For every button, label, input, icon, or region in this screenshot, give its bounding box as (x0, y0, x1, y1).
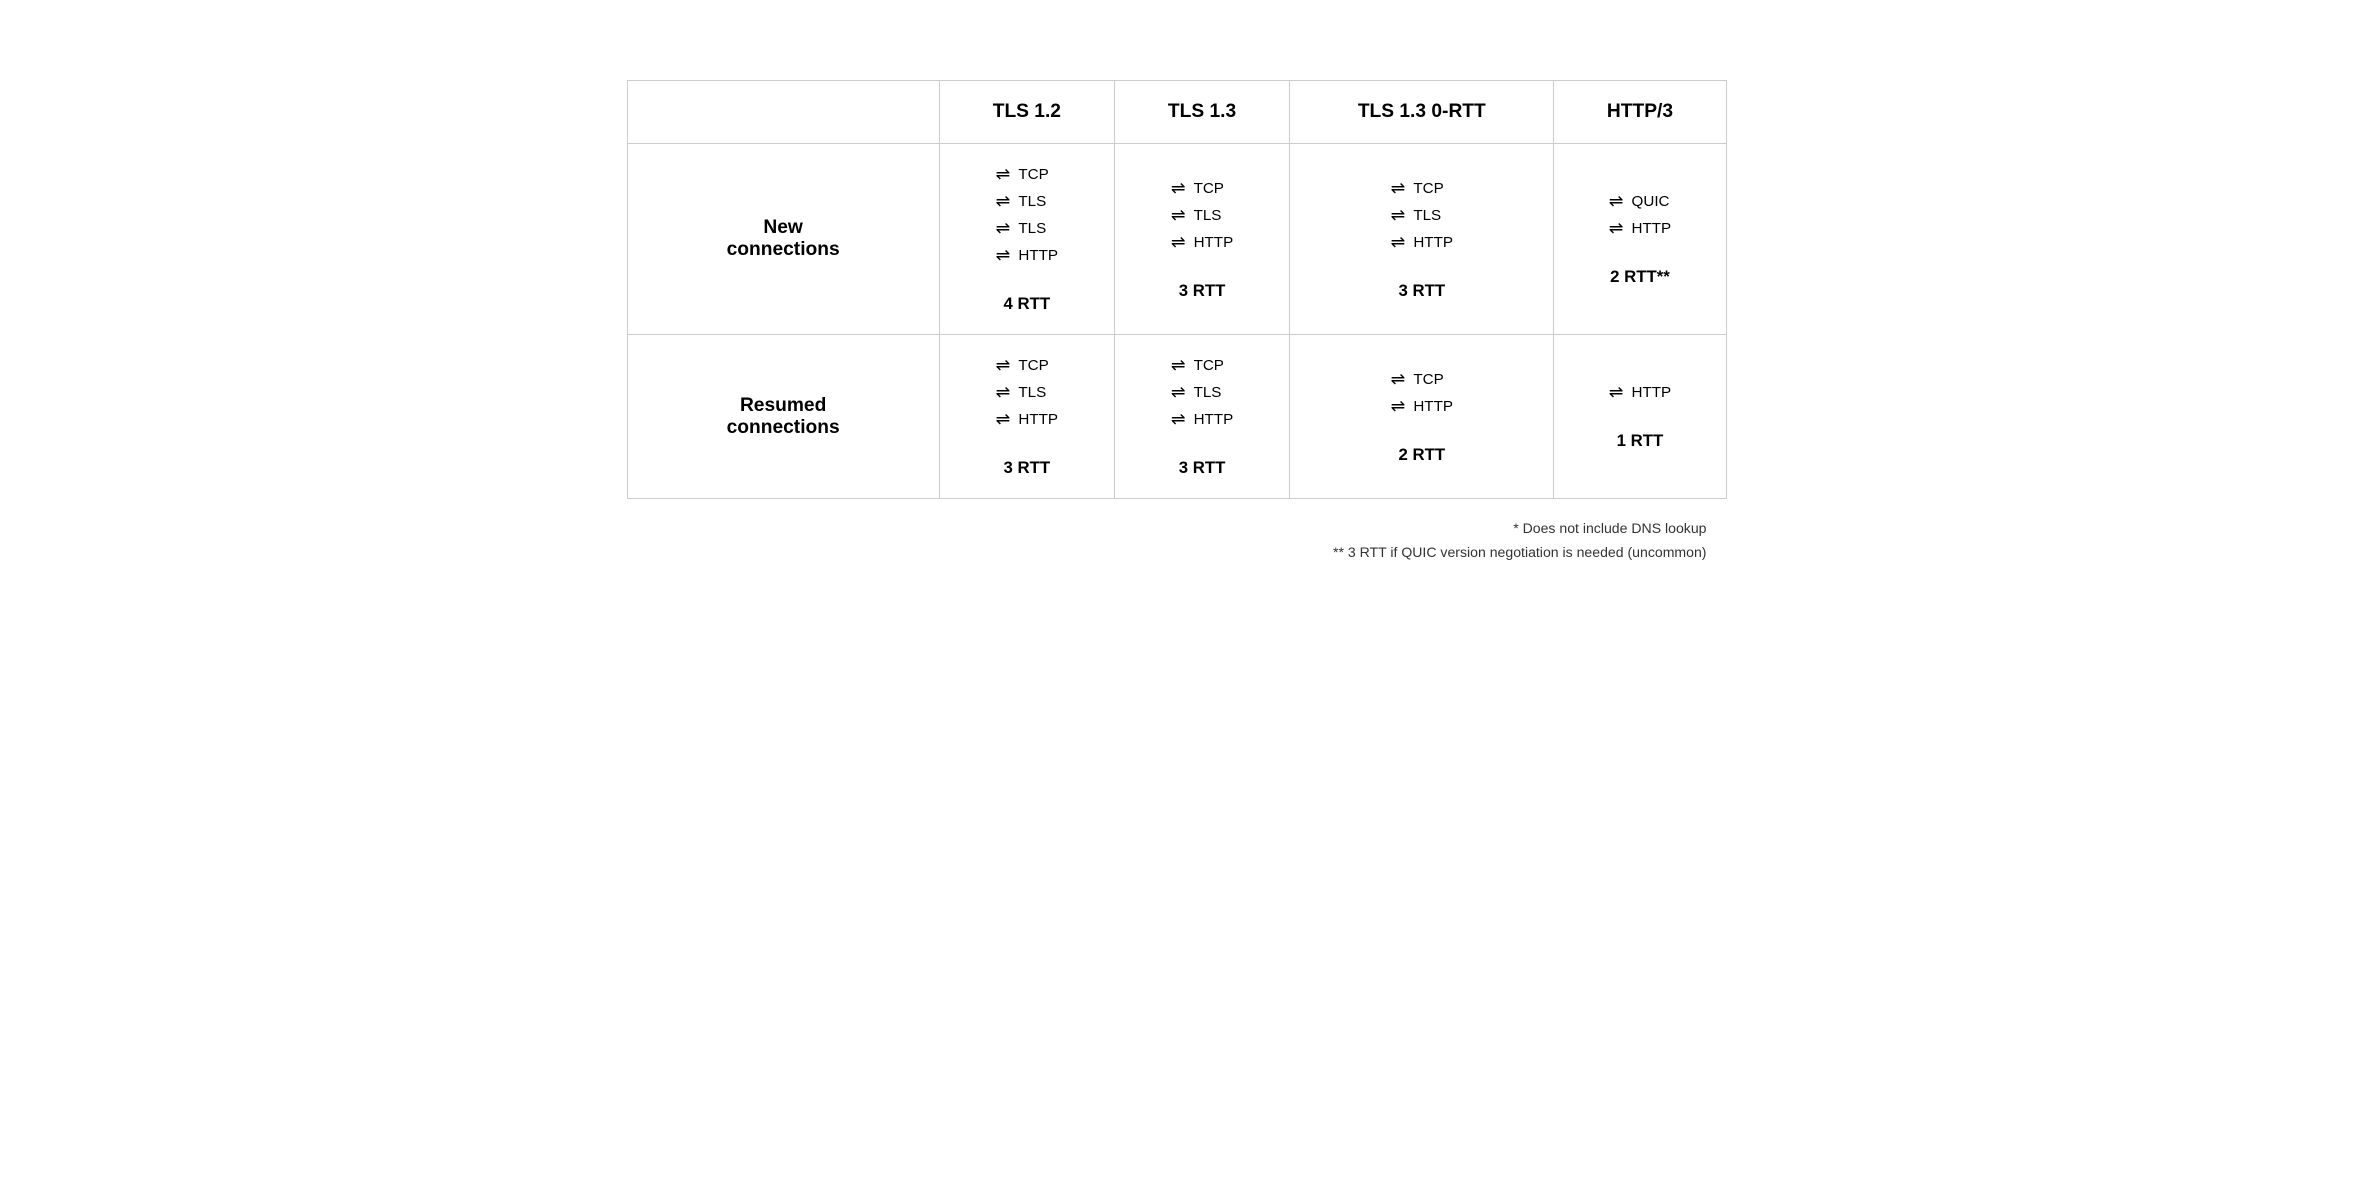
footnote-item: * Does not include DNS lookup (627, 517, 1707, 541)
rtt-r1-c3: 1 RTT (1617, 431, 1664, 451)
rtt-r0-c2: 3 RTT (1398, 281, 1445, 301)
header-col-4: HTTP/3 (1554, 81, 1726, 144)
footnote-item: ** 3 RTT if QUIC version negotiation is … (627, 541, 1707, 565)
comparison-table: TLS 1.2TLS 1.3TLS 1.3 0-RTTHTTP/3 Newcon… (627, 80, 1727, 499)
step-tcp: ⇌TCP (1391, 369, 1444, 390)
step-http: ⇌HTTP (1171, 232, 1233, 253)
step-tls: ⇌TLS (1391, 205, 1442, 226)
step-quic: ⇌QUIC (1609, 191, 1670, 212)
step-http: ⇌HTTP (996, 409, 1058, 430)
step-http: ⇌HTTP (1609, 218, 1671, 239)
step-tcp: ⇌TCP (996, 164, 1049, 185)
body-row-0: Newconnections⇌TCP⇌TLS⇌TLS⇌HTTP4 RTT⇌TCP… (627, 144, 1726, 335)
step-http: ⇌HTTP (1391, 232, 1453, 253)
cell-r0-c3: ⇌QUIC ⇌HTTP 2 RTT** (1554, 144, 1726, 335)
header-empty (627, 81, 939, 144)
rtt-r1-c1: 3 RTT (1179, 458, 1226, 478)
cell-r0-c0: ⇌TCP ⇌TLS ⇌TLS ⇌HTTP 4 RTT (939, 144, 1114, 335)
body-row-1: Resumedconnections⇌TCP⇌TLS⇌HTTP3 RTT⇌TCP… (627, 335, 1726, 499)
page-container: TLS 1.2TLS 1.3TLS 1.3 0-RTTHTTP/3 Newcon… (627, 40, 1727, 565)
step-tls: ⇌TLS (996, 191, 1047, 212)
step-http: ⇌HTTP (1171, 409, 1233, 430)
rtt-r1-c2: 2 RTT (1398, 445, 1445, 465)
header-row: TLS 1.2TLS 1.3TLS 1.3 0-RTTHTTP/3 (627, 81, 1726, 144)
cell-r0-c2: ⇌TCP ⇌TLS ⇌HTTP 3 RTT (1290, 144, 1554, 335)
step-tls: ⇌TLS (996, 218, 1047, 239)
rtt-r0-c0: 4 RTT (1004, 294, 1051, 314)
step-tcp: ⇌TCP (996, 355, 1049, 376)
cell-r1-c2: ⇌TCP ⇌HTTP 2 RTT (1290, 335, 1554, 499)
step-http: ⇌HTTP (996, 245, 1058, 266)
step-tls: ⇌TLS (1171, 205, 1222, 226)
header-col-3: TLS 1.3 0-RTT (1290, 81, 1554, 144)
cell-r1-c1: ⇌TCP ⇌TLS ⇌HTTP 3 RTT (1114, 335, 1289, 499)
step-tcp: ⇌TCP (1171, 355, 1224, 376)
rtt-r0-c1: 3 RTT (1179, 281, 1226, 301)
step-tls: ⇌TLS (996, 382, 1047, 403)
step-http: ⇌HTTP (1609, 382, 1671, 403)
footnotes: * Does not include DNS lookup** 3 RTT if… (627, 517, 1727, 565)
step-tcp: ⇌TCP (1171, 178, 1224, 199)
row-label-0: Newconnections (627, 144, 939, 335)
cell-r0-c1: ⇌TCP ⇌TLS ⇌HTTP 3 RTT (1114, 144, 1289, 335)
row-label-1: Resumedconnections (627, 335, 939, 499)
step-http: ⇌HTTP (1391, 396, 1453, 417)
cell-r1-c0: ⇌TCP ⇌TLS ⇌HTTP 3 RTT (939, 335, 1114, 499)
header-col-2: TLS 1.3 (1114, 81, 1289, 144)
step-tcp: ⇌TCP (1391, 178, 1444, 199)
rtt-r0-c3: 2 RTT** (1610, 267, 1670, 287)
step-tls: ⇌TLS (1171, 382, 1222, 403)
cell-r1-c3: ⇌HTTP 1 RTT (1554, 335, 1726, 499)
rtt-r1-c0: 3 RTT (1004, 458, 1051, 478)
header-col-1: TLS 1.2 (939, 81, 1114, 144)
